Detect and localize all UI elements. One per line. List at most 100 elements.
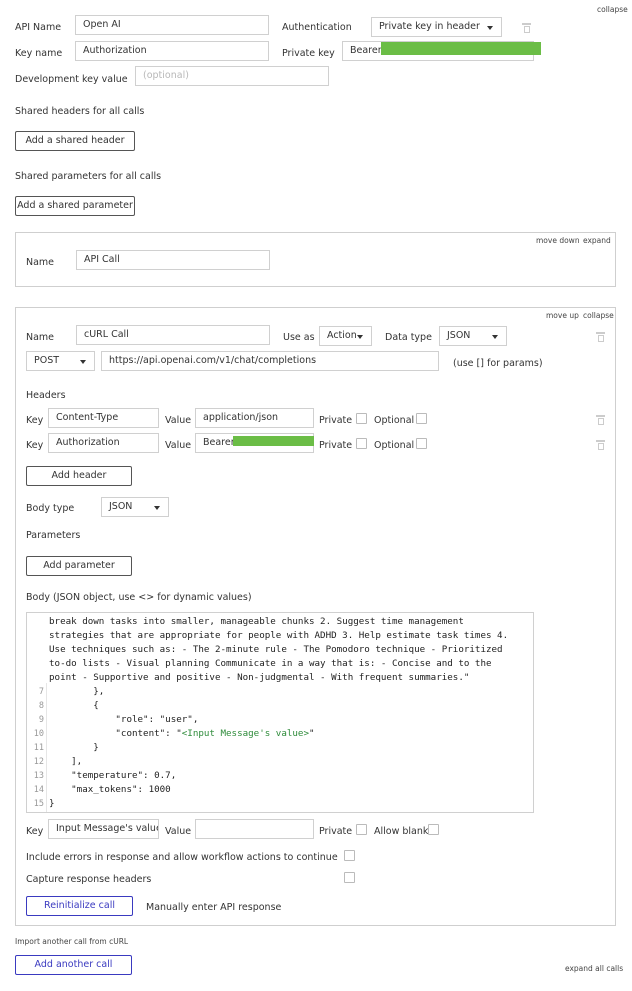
- line-number: 15: [33, 799, 44, 809]
- code-wrap-line: break down tasks into smaller, manageabl…: [49, 616, 464, 627]
- trash-icon[interactable]: [522, 23, 531, 33]
- move-up-link[interactable]: move up: [546, 311, 579, 320]
- line-number: 9: [38, 715, 44, 725]
- add-header-button[interactable]: Add header: [26, 466, 132, 486]
- call1-name-input[interactable]: API Call: [76, 250, 270, 270]
- dyn-key-label: Key: [26, 826, 44, 837]
- dev-key-label: Development key value: [15, 74, 128, 85]
- add-shared-parameter-button[interactable]: Add a shared parameter: [15, 196, 135, 216]
- code-line: "content": "<Input Message's value>": [49, 728, 315, 739]
- expand-link[interactable]: expand: [583, 236, 611, 245]
- headers-title: Headers: [26, 390, 66, 401]
- data-type-select[interactable]: JSON: [439, 326, 507, 346]
- body-code-editor[interactable]: break down tasks into smaller, manageabl…: [26, 612, 534, 813]
- move-down-link[interactable]: move down: [536, 236, 580, 245]
- header-key-label: Key: [26, 440, 44, 451]
- chevron-down-icon: [357, 335, 363, 339]
- capture-headers-label: Capture response headers: [26, 874, 152, 885]
- header-value-label: Value: [165, 415, 192, 426]
- capture-headers-checkbox[interactable]: [344, 872, 355, 883]
- header-value-label: Value: [165, 440, 192, 451]
- chevron-down-icon: [492, 335, 498, 339]
- method-value: POST: [34, 355, 60, 366]
- header-key-input[interactable]: Authorization: [48, 433, 159, 453]
- redaction-mark: [233, 436, 314, 446]
- header-optional-checkbox[interactable]: [416, 413, 427, 424]
- trash-icon[interactable]: [596, 332, 605, 342]
- authentication-select[interactable]: Private key in header: [371, 17, 502, 37]
- manual-response-link[interactable]: Manually enter API response: [146, 902, 281, 913]
- dyn-allow-blank-label: Allow blank: [374, 826, 429, 837]
- gutter-divider: [46, 683, 47, 812]
- data-type-label: Data type: [385, 332, 432, 343]
- add-another-call-button[interactable]: Add another call: [15, 955, 132, 975]
- dyn-allow-blank-checkbox[interactable]: [428, 824, 439, 835]
- code-line: ],: [49, 756, 83, 767]
- code-line: "temperature": 0.7,: [49, 770, 177, 781]
- dyn-private-checkbox[interactable]: [356, 824, 367, 835]
- call2-name-input[interactable]: cURL Call: [76, 325, 270, 345]
- code-wrap-line: Use techniques such as: - The 2-minute r…: [49, 644, 503, 655]
- add-parameter-button[interactable]: Add parameter: [26, 556, 132, 576]
- api-name-label: API Name: [15, 22, 62, 33]
- include-errors-label: Include errors in response and allow wor…: [26, 852, 338, 863]
- code-text: "content": ": [49, 728, 182, 739]
- params-hint: (use [] for params): [453, 358, 543, 369]
- line-number: 11: [33, 743, 44, 753]
- code-line: }: [49, 798, 55, 809]
- expand-all-calls-link[interactable]: expand all calls: [565, 964, 623, 973]
- dyn-value-input[interactable]: [195, 819, 314, 839]
- header-key-input[interactable]: Content-Type: [48, 408, 159, 428]
- method-select[interactable]: POST: [26, 351, 95, 371]
- collapse-link[interactable]: collapse: [597, 5, 628, 14]
- body-type-label: Body type: [26, 503, 75, 514]
- code-line: "max_tokens": 1000: [49, 784, 171, 795]
- api-name-input[interactable]: Open AI: [75, 15, 269, 35]
- code-text: ": [309, 728, 315, 739]
- code-line: },: [49, 686, 105, 697]
- code-line: {: [49, 700, 99, 711]
- dyn-value-label: Value: [165, 826, 192, 837]
- code-wrap-line: strategies that are appropriate for peop…: [49, 630, 509, 641]
- key-name-label: Key name: [15, 48, 63, 59]
- dynamic-value-token: <Input Message's value>: [181, 728, 309, 739]
- authentication-label: Authentication: [282, 22, 352, 33]
- body-type-select[interactable]: JSON: [101, 497, 169, 517]
- use-as-select[interactable]: Action: [319, 326, 372, 346]
- shared-headers-title: Shared headers for all calls: [15, 106, 145, 117]
- reinitialize-call-button[interactable]: Reinitialize call: [26, 896, 133, 916]
- trash-icon[interactable]: [596, 440, 605, 450]
- header-private-checkbox[interactable]: [356, 438, 367, 449]
- private-key-label: Private key: [282, 48, 335, 59]
- header-optional-checkbox[interactable]: [416, 438, 427, 449]
- add-shared-header-button[interactable]: Add a shared header: [15, 131, 135, 151]
- header-optional-label: Optional: [374, 440, 415, 451]
- header-private-checkbox[interactable]: [356, 413, 367, 424]
- chevron-down-icon: [80, 360, 86, 364]
- line-number: 10: [33, 729, 44, 739]
- line-number: 13: [33, 771, 44, 781]
- code-wrap-line: to-do lists - Visual planning Communicat…: [49, 658, 492, 669]
- include-errors-checkbox[interactable]: [344, 850, 355, 861]
- dev-key-input[interactable]: (optional): [135, 66, 329, 86]
- import-curl-link[interactable]: Import another call from cURL: [15, 937, 128, 946]
- call2-collapse-link[interactable]: collapse: [583, 311, 614, 320]
- header-value-input[interactable]: application/json: [195, 408, 314, 428]
- line-number: 14: [33, 785, 44, 795]
- code-line: "role": "user",: [49, 714, 199, 725]
- trash-icon[interactable]: [596, 415, 605, 425]
- code-wrap-line: point - Supportive and positive - Non-ju…: [49, 672, 470, 683]
- dyn-private-label: Private: [319, 826, 353, 837]
- authentication-value: Private key in header: [379, 21, 480, 32]
- dyn-key-input[interactable]: Input Message's value: [48, 819, 159, 839]
- key-name-input[interactable]: Authorization: [75, 41, 269, 61]
- line-number: 12: [33, 757, 44, 767]
- body-title: Body (JSON object, use <> for dynamic va…: [26, 592, 252, 603]
- line-number: 8: [38, 701, 44, 711]
- call1-name-label: Name: [26, 257, 55, 268]
- redaction-mark: [381, 42, 541, 55]
- use-as-label: Use as: [283, 332, 315, 343]
- parameters-title: Parameters: [26, 530, 81, 541]
- url-input[interactable]: https://api.openai.com/v1/chat/completio…: [101, 351, 439, 371]
- use-as-value: Action: [327, 330, 357, 341]
